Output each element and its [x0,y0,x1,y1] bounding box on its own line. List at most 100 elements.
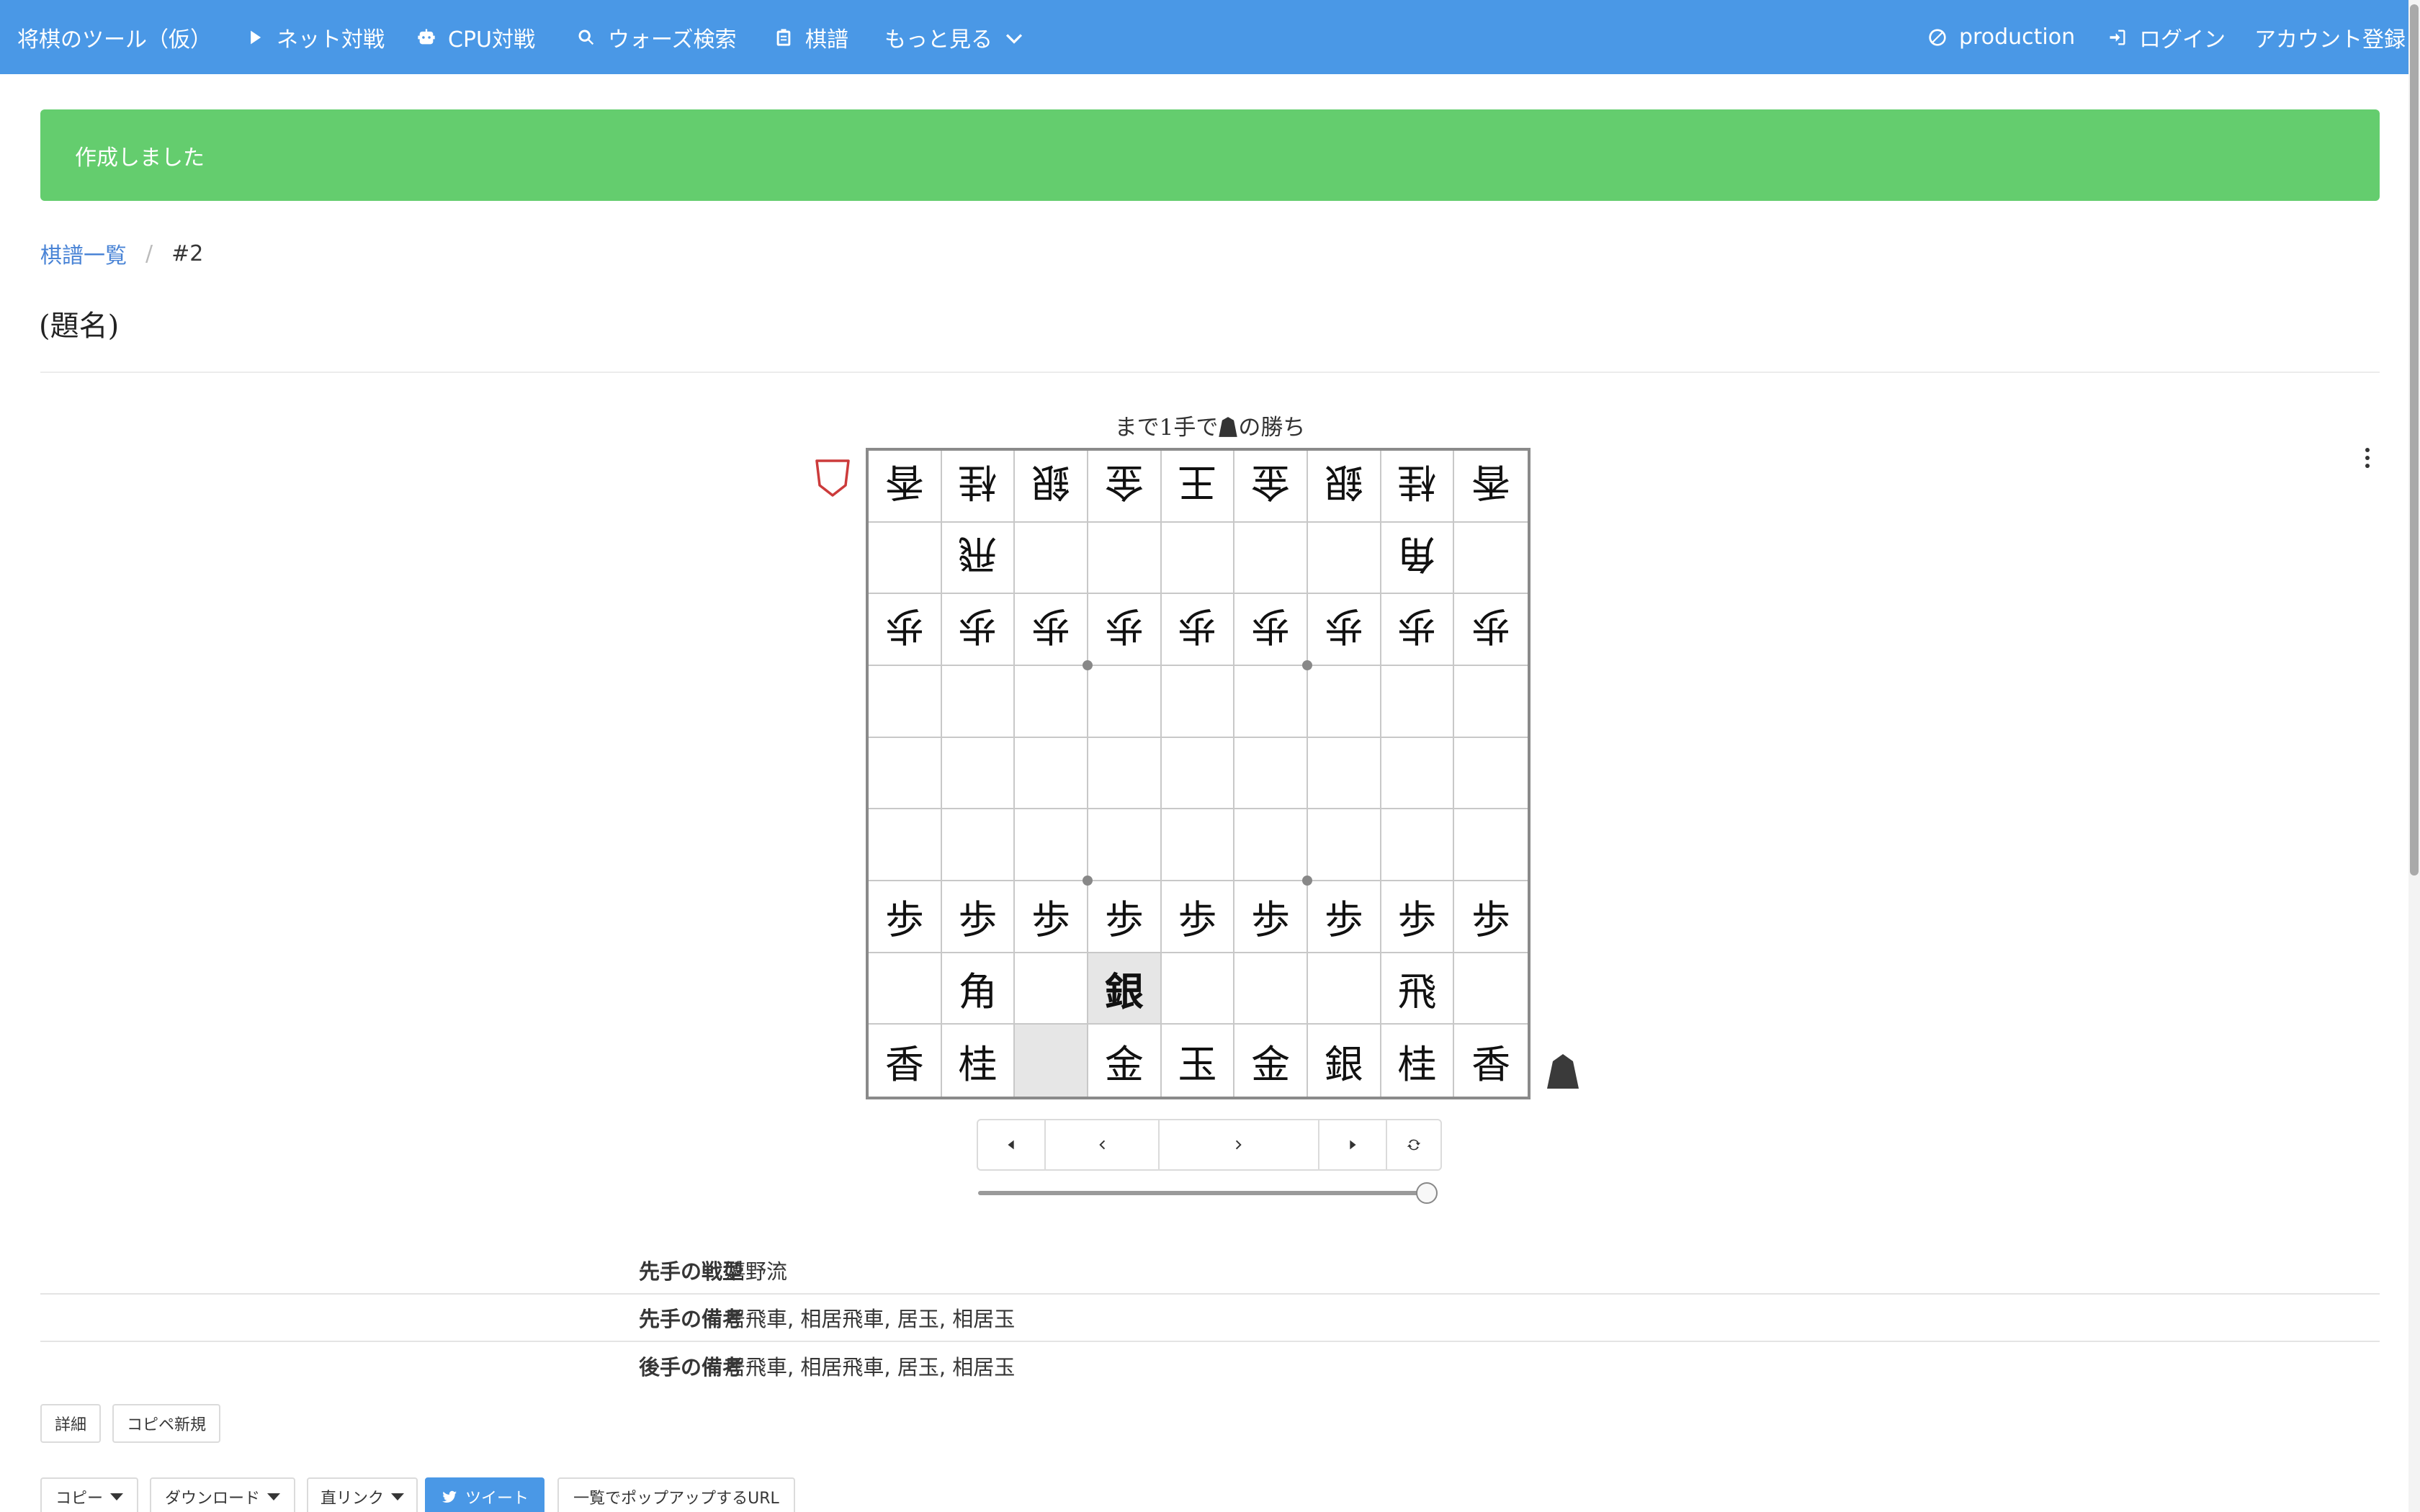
board-square[interactable]: 飛 [1381,953,1455,1025]
board-square[interactable] [869,953,942,1025]
slider-thumb[interactable] [1416,1182,1438,1204]
board-square[interactable]: 金 [1088,451,1162,523]
copy-new-button[interactable]: コピペ新規 [112,1404,220,1443]
board-square[interactable] [869,737,942,810]
board-square[interactable]: 金 [1234,451,1308,523]
sente-piece[interactable]: 角 [958,960,997,1017]
board-square[interactable] [869,665,942,738]
gote-piece[interactable]: 金 [1105,457,1144,514]
gote-piece[interactable]: 歩 [885,601,924,658]
nav-item-register[interactable]: アカウント登録 [2254,0,2406,74]
board-square[interactable] [1307,737,1381,810]
gote-piece[interactable]: 桂 [1397,457,1436,514]
nav-item-cpu-match[interactable]: CPU対戦 [416,0,535,74]
nav-item-net-match[interactable]: ネット対戦 [245,0,385,74]
board-square[interactable] [1234,953,1308,1025]
sente-piece[interactable]: 歩 [885,888,924,945]
gote-piece[interactable]: 歩 [1178,601,1216,658]
board-square[interactable] [1307,665,1381,738]
board-square[interactable] [1088,665,1162,738]
board-square[interactable]: 香 [1454,1025,1528,1097]
sente-piece[interactable]: 玉 [1178,1032,1216,1089]
board-square[interactable]: 桂 [941,451,1016,523]
board-square[interactable] [1454,738,1528,810]
board-square[interactable] [1307,953,1381,1025]
board-square[interactable] [1015,737,1088,810]
board-square[interactable] [1015,522,1088,595]
nav-item-login[interactable]: ログイン [2107,0,2226,74]
page-scrollbar[interactable] [2408,0,2420,1512]
board-square[interactable] [1088,809,1162,881]
sente-piece[interactable]: 桂 [1397,1032,1436,1089]
board-square[interactable] [941,737,1016,810]
board-square[interactable]: 玉 [1162,1025,1235,1097]
board-square[interactable]: 歩 [1307,881,1381,953]
scrollbar-thumb[interactable] [2410,4,2419,876]
board-square[interactable] [1454,809,1528,881]
board-square[interactable]: 銀 [1308,1025,1381,1097]
sente-piece[interactable]: 金 [1251,1032,1290,1089]
board-square[interactable]: 歩 [1161,881,1235,953]
flip-board-button[interactable] [1387,1120,1440,1169]
info-value[interactable]: 居飛車, 相居飛車, 居玉, 相居玉 [725,1351,1015,1381]
board-square[interactable]: 香 [1454,451,1528,523]
board-square[interactable] [941,809,1016,881]
nav-item-kifu[interactable]: 棋譜 [774,0,848,74]
board-square[interactable]: 歩 [1088,594,1162,666]
info-value[interactable]: 嬉野流 [725,1255,787,1285]
board-square[interactable] [869,522,942,595]
board-square[interactable]: 桂 [1381,451,1455,523]
sente-piece[interactable]: 桂 [958,1032,997,1089]
board-square[interactable] [1454,953,1528,1025]
board-square[interactable]: 歩 [1161,594,1235,666]
gote-piece[interactable]: 香 [885,457,924,514]
popup-url-button[interactable]: 一覧でポップアップするURL [557,1477,795,1512]
gote-piece[interactable]: 歩 [1105,601,1144,658]
board-square[interactable]: 香 [869,1025,942,1097]
last-move-button[interactable] [1319,1120,1387,1169]
board-square[interactable]: 歩 [1381,881,1455,953]
board-square[interactable]: 銀 [1088,953,1162,1025]
board-square[interactable] [1088,522,1162,595]
nav-item-more[interactable]: もっと見る [884,0,1024,74]
gote-piece[interactable]: 香 [1471,457,1510,514]
board-square[interactable] [1161,522,1235,595]
board-square[interactable] [1307,522,1381,595]
sente-piece[interactable]: 銀 [1105,960,1144,1017]
gote-piece[interactable]: 飛 [958,529,997,586]
sente-piece[interactable]: 歩 [1325,888,1363,945]
gote-piece[interactable]: 銀 [1325,457,1363,514]
board-square[interactable]: 歩 [1454,881,1528,953]
slider-track[interactable] [978,1191,1429,1195]
detail-button[interactable]: 詳細 [40,1404,101,1443]
board-square[interactable] [1234,665,1308,738]
nav-item-production[interactable]: production [1927,0,2075,74]
board-square[interactable] [1161,809,1235,881]
board-square[interactable] [1381,665,1455,738]
sente-piece[interactable]: 香 [1471,1032,1510,1089]
sente-piece[interactable]: 歩 [1178,888,1216,945]
nav-item-wars-search[interactable]: ウォーズ検索 [576,0,737,74]
board-square[interactable]: 銀 [1307,451,1381,523]
board-square[interactable] [1088,737,1162,810]
gote-piece[interactable]: 銀 [1031,457,1070,514]
board-square[interactable] [1307,809,1381,881]
board-square[interactable] [1161,737,1235,810]
gote-piece[interactable]: 王 [1178,457,1216,514]
breadcrumb-kifu-list-link[interactable]: 棋譜一覧 [40,238,127,269]
board-square[interactable] [1234,809,1312,886]
sente-piece[interactable]: 歩 [1471,888,1510,945]
board-square[interactable]: 歩 [869,881,942,953]
board-square[interactable]: 歩 [1234,881,1308,953]
sente-piece[interactable]: 歩 [1105,888,1144,945]
board-square[interactable] [941,665,1016,738]
board-square[interactable]: 飛 [941,522,1016,595]
board-square[interactable] [1015,809,1093,886]
direct-link-dropdown-button[interactable]: 直リンク [307,1477,418,1512]
sente-piece[interactable]: 歩 [958,888,997,945]
download-dropdown-button[interactable]: ダウンロード [150,1477,295,1512]
board-square[interactable]: 歩 [941,594,1016,666]
board-square[interactable]: 王 [1161,451,1235,523]
board-square[interactable]: 桂 [1381,1025,1455,1097]
board-square[interactable]: 金 [1088,1025,1162,1097]
